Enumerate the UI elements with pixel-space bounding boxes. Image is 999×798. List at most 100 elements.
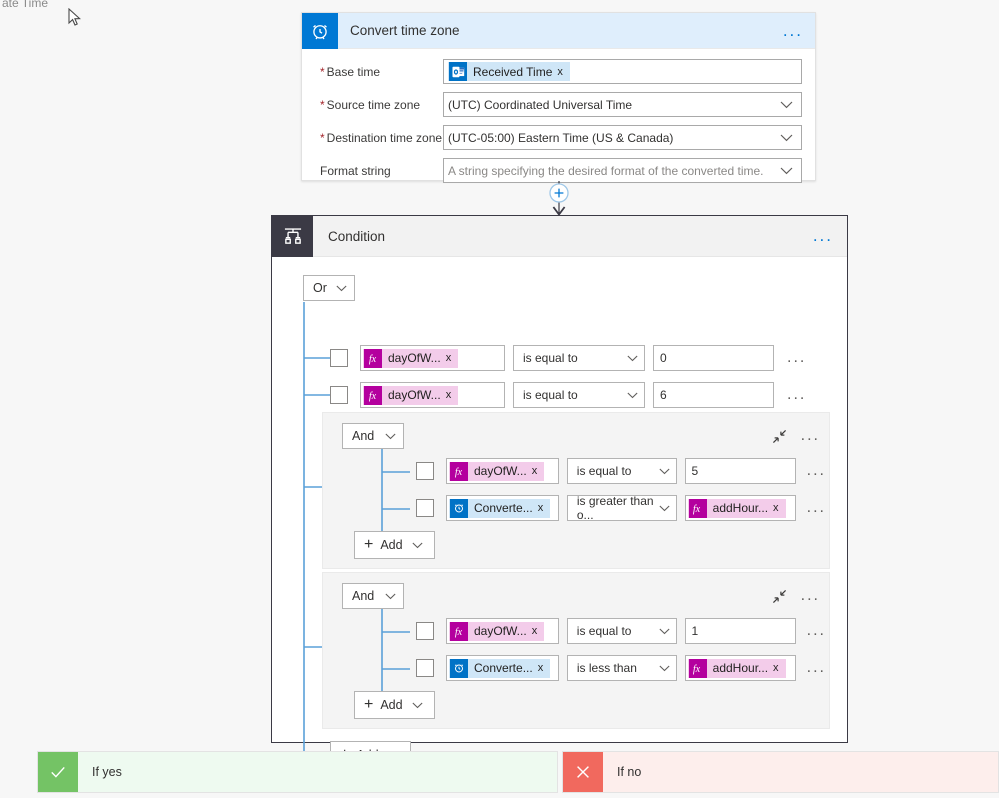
- card-body: * Base time Received Time x * Source tim…: [302, 49, 815, 195]
- condition-operator-value: is equal to: [576, 624, 632, 638]
- token-remove-button[interactable]: x: [446, 352, 458, 364]
- token-function[interactable]: fx addHour... x: [687, 498, 786, 518]
- token-remove-button[interactable]: x: [538, 502, 550, 514]
- condition-left-operand[interactable]: fx dayOfW... x: [446, 458, 559, 484]
- condition-row-checkbox[interactable]: [416, 622, 434, 640]
- condition-row-menu-button[interactable]: ...: [787, 350, 806, 366]
- token-remove-button[interactable]: x: [773, 662, 785, 674]
- group-menu-button[interactable]: ...: [801, 588, 820, 604]
- token-function[interactable]: fx dayOfW... x: [363, 348, 459, 368]
- condition-operator-select[interactable]: is equal to: [513, 345, 645, 371]
- condition-left-operand[interactable]: fx dayOfW... x: [446, 618, 559, 644]
- condition-operator-select[interactable]: is less than: [566, 655, 677, 681]
- token-remove-button[interactable]: x: [532, 465, 544, 477]
- condition-operator-select[interactable]: is equal to: [566, 618, 677, 644]
- destination-time-zone-dropdown[interactable]: (UTC-05:00) Eastern Time (US & Canada): [443, 125, 802, 150]
- card-title: Convert time zone: [350, 23, 460, 38]
- condition-row-menu-button[interactable]: ...: [807, 500, 826, 516]
- if-no-branch[interactable]: If no: [562, 751, 999, 793]
- token-received-time[interactable]: Received Time x: [448, 62, 570, 81]
- alarm-clock-icon: [450, 498, 468, 518]
- group-add-button[interactable]: + Add: [354, 531, 435, 559]
- condition-card-title: Condition: [328, 228, 386, 244]
- condition-card-menu-button[interactable]: ...: [813, 227, 833, 244]
- condition-operator-select[interactable]: is equal to: [513, 382, 645, 408]
- source-time-zone-dropdown[interactable]: (UTC) Coordinated Universal Time: [443, 92, 802, 117]
- condition-row-checkbox[interactable]: [416, 462, 434, 480]
- condition-row-menu-button[interactable]: ...: [807, 623, 826, 639]
- token-remove-button[interactable]: x: [532, 625, 544, 637]
- condition-row-menu-button[interactable]: ...: [787, 387, 806, 403]
- condition-row-checkbox[interactable]: [330, 386, 348, 404]
- condition-card[interactable]: Condition ... Or fx dayOfW... x is equal…: [271, 215, 848, 769]
- field-label-format-string: Format string: [320, 163, 391, 178]
- format-string-dropdown[interactable]: A string specifying the desired format o…: [443, 158, 802, 183]
- card-header[interactable]: Convert time zone ...: [302, 12, 815, 49]
- chevron-down-icon: [336, 285, 347, 292]
- group-menu-button[interactable]: ...: [801, 428, 820, 444]
- group-logic-operator-select[interactable]: And: [342, 583, 404, 609]
- condition-operator-value: is less than: [576, 661, 637, 675]
- field-row-format-string: Format string A string specifying the de…: [315, 158, 802, 183]
- chevron-down-icon: [658, 468, 670, 475]
- token-function[interactable]: fx dayOfW... x: [449, 461, 545, 481]
- condition-left-operand[interactable]: Converte... x: [446, 495, 559, 521]
- token-label: dayOfW...: [388, 388, 441, 402]
- token-function[interactable]: fx addHour... x: [687, 658, 786, 678]
- condition-operator-value: is equal to: [523, 351, 578, 365]
- cross-icon: [563, 752, 603, 792]
- svg-text:fx: fx: [693, 504, 701, 515]
- token-remove-button[interactable]: x: [773, 502, 785, 514]
- condition-right-operand[interactable]: 1: [684, 618, 796, 644]
- collapse-icon[interactable]: [772, 429, 787, 444]
- group-add-button[interactable]: + Add: [354, 691, 435, 719]
- token-function[interactable]: fx dayOfW... x: [449, 621, 545, 641]
- condition-row-menu-button[interactable]: ...: [807, 463, 826, 479]
- field-label-destination-time-zone: * Destination time zone: [320, 130, 443, 145]
- condition-right-operand[interactable]: fx addHour... x: [684, 655, 796, 681]
- condition-operator-select[interactable]: is equal to: [566, 458, 677, 484]
- condition-left-operand[interactable]: fx dayOfW... x: [360, 345, 505, 371]
- condition-row-menu-button[interactable]: ...: [807, 660, 826, 676]
- chevron-down-icon: [627, 392, 638, 399]
- token-remove-button[interactable]: x: [446, 389, 458, 401]
- token-label: dayOfW...: [474, 464, 527, 478]
- condition-row-checkbox[interactable]: [330, 349, 348, 367]
- chevron-down-icon: [412, 542, 423, 549]
- if-no-label: If no: [617, 765, 642, 779]
- condition-left-operand[interactable]: fx dayOfW... x: [360, 382, 505, 408]
- field-row-destination-time-zone: * Destination time zone (UTC-05:00) Easte…: [315, 125, 802, 150]
- condition-operator-value: is greater than o...: [576, 494, 654, 522]
- alarm-clock-icon: [450, 658, 468, 678]
- condition-operator-select[interactable]: is greater than o...: [566, 494, 677, 522]
- if-yes-branch[interactable]: If yes: [37, 751, 558, 793]
- condition-right-operand[interactable]: 0: [653, 345, 774, 371]
- svg-text:fx: fx: [454, 467, 462, 478]
- root-logic-operator-select[interactable]: Or: [303, 275, 355, 301]
- condition-card-header[interactable]: Condition ...: [272, 215, 847, 257]
- condition-right-operand[interactable]: fx addHour... x: [684, 495, 796, 521]
- condition-right-operand[interactable]: 5: [684, 458, 796, 484]
- group-tools: ...: [772, 428, 820, 444]
- token-function[interactable]: fx dayOfW... x: [363, 385, 459, 405]
- field-row-source-time-zone: * Source time zone (UTC) Coordinated Univ…: [315, 92, 802, 117]
- token-label: addHour...: [712, 661, 769, 675]
- source-time-zone-value: (UTC) Coordinated Universal Time: [448, 97, 633, 112]
- condition-left-operand[interactable]: Converte... x: [446, 655, 559, 681]
- token-service[interactable]: Converte... x: [449, 498, 551, 518]
- token-remove-button[interactable]: x: [557, 66, 569, 78]
- step-connector[interactable]: [541, 181, 577, 216]
- token-service[interactable]: Converte... x: [449, 658, 551, 678]
- collapse-icon[interactable]: [772, 589, 787, 604]
- convert-time-zone-card[interactable]: Convert time zone ... * Base time Receiv…: [301, 12, 816, 183]
- chevron-down-icon: [627, 355, 638, 362]
- condition-row-checkbox[interactable]: [416, 499, 434, 517]
- card-menu-button[interactable]: ...: [783, 22, 803, 39]
- root-logic-operator-value: Or: [313, 281, 327, 295]
- fx-icon: fx: [450, 461, 468, 481]
- token-remove-button[interactable]: x: [538, 662, 550, 674]
- condition-row-checkbox[interactable]: [416, 659, 434, 677]
- group-logic-operator-select[interactable]: And: [342, 423, 404, 449]
- base-time-input[interactable]: Received Time x: [443, 59, 802, 84]
- condition-right-operand[interactable]: 6: [653, 382, 774, 408]
